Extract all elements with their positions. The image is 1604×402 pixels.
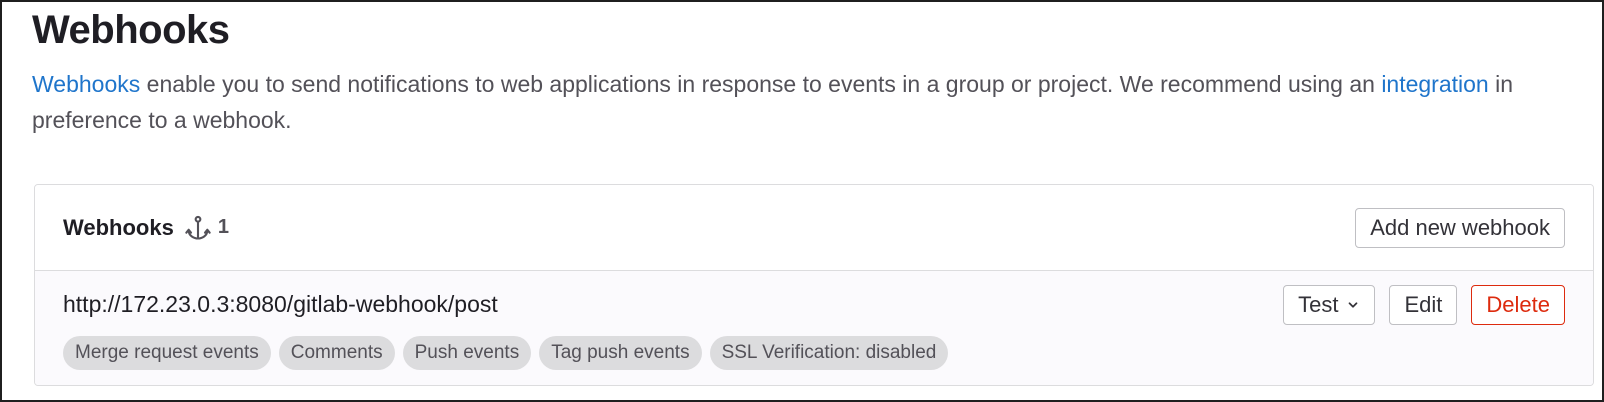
page-title: Webhooks xyxy=(32,8,230,52)
page-description: Webhooks enable you to send notification… xyxy=(32,66,1572,138)
card-header: Webhooks 1 Add new webhook xyxy=(35,185,1593,271)
badge-merge-request-events: Merge request events xyxy=(63,336,271,370)
webhook-count-badge: 1 xyxy=(184,214,229,242)
card-title: Webhooks xyxy=(63,214,174,240)
chevron-down-icon xyxy=(1349,302,1358,308)
add-new-webhook-button[interactable]: Add new webhook xyxy=(1355,207,1565,248)
test-button-label: Test xyxy=(1298,292,1339,317)
webhook-row: http://172.23.0.3:8080/gitlab-webhook/po… xyxy=(35,271,1593,385)
hook-icon xyxy=(185,215,211,240)
delete-button[interactable]: Delete xyxy=(1471,285,1565,325)
edit-button[interactable]: Edit xyxy=(1389,285,1458,325)
webhook-event-badges: Merge request events Comments Push event… xyxy=(63,336,1565,370)
webhook-count: 1 xyxy=(217,216,229,238)
card-title-group: Webhooks 1 xyxy=(63,214,229,242)
test-dropdown-button[interactable]: Test xyxy=(1283,285,1376,325)
integration-link[interactable]: integration xyxy=(1381,71,1488,97)
screenshot-frame: Webhooks Webhooks enable you to send not… xyxy=(0,0,1604,402)
description-text-1: enable you to send notifications to web … xyxy=(140,71,1382,97)
webhook-actions: Test Edit Delete xyxy=(1283,285,1565,325)
badge-comments: Comments xyxy=(278,336,395,370)
badge-tag-push-events: Tag push events xyxy=(539,336,702,370)
badge-push-events: Push events xyxy=(402,336,532,370)
webhooks-card: Webhooks 1 Add new webhook http://172.23… xyxy=(34,184,1594,386)
webhooks-docs-link[interactable]: Webhooks xyxy=(32,71,140,97)
badge-ssl-verification: SSL Verification: disabled xyxy=(709,336,949,370)
